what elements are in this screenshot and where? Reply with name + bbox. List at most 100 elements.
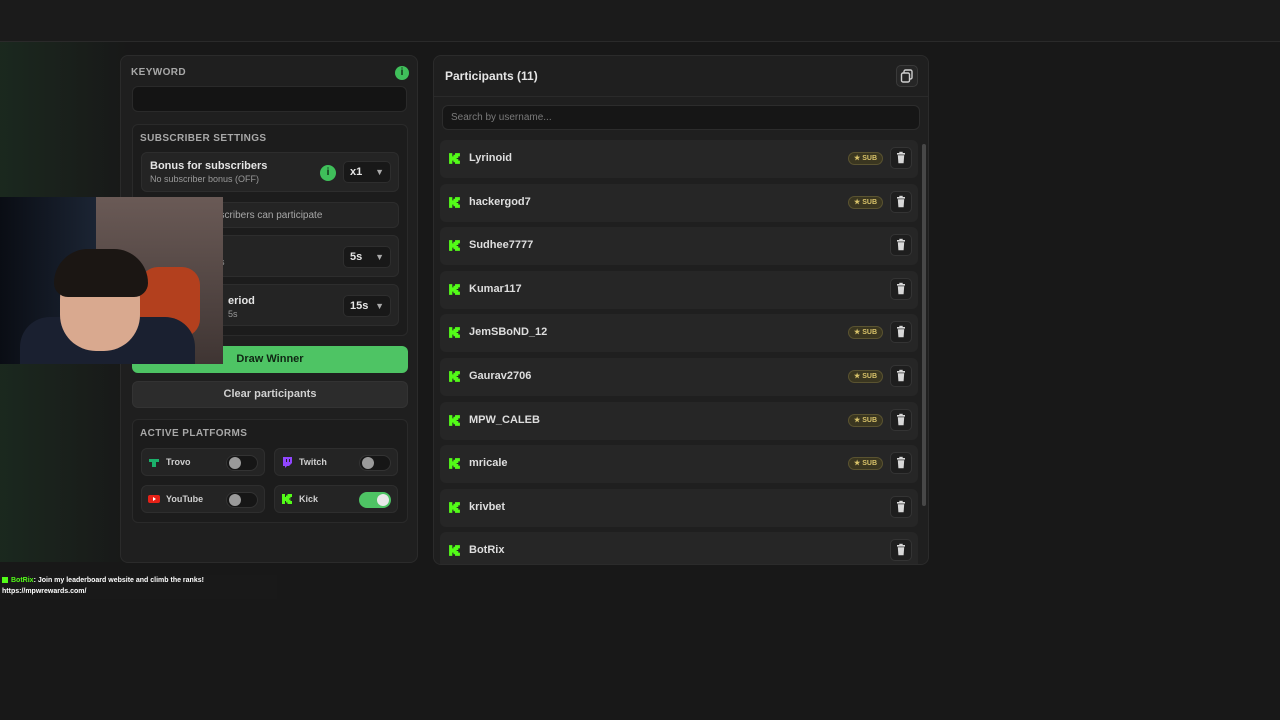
subscriber-settings-title: SUBSCRIBER SETTINGS [140, 133, 267, 144]
delete-participant-button[interactable] [890, 234, 912, 257]
sub-label: SUB [862, 198, 877, 206]
participants-title: Participants (11) [445, 69, 538, 83]
participant-row: Kumar117 [440, 270, 918, 309]
delete-participant-button[interactable] [890, 364, 912, 387]
webcam-person-hair [54, 249, 148, 297]
platform-label: Trovo [166, 457, 191, 467]
participants-panel: Participants (11) Lyrinoid ★ SUB hackerg… [433, 55, 929, 565]
participant-name: Sudhee7777 [469, 239, 534, 252]
chat-text: : Join my leaderboard website and climb … [33, 577, 204, 584]
chevron-down-icon: ▼ [375, 252, 384, 262]
toggle-knob [377, 494, 389, 506]
delay-value: 5s [350, 251, 363, 263]
kick-icon [449, 458, 460, 470]
sub-badge: ★ SUB [847, 369, 883, 383]
sub-badge: ★ SUB [847, 326, 883, 340]
keyword-input[interactable] [132, 86, 407, 112]
trash-icon [897, 238, 905, 251]
toggle-knob [362, 457, 374, 469]
chat-overlay: BotRix: Join my leaderboard website and … [0, 575, 277, 599]
participant-row: JemSBoND_12 ★ SUB [440, 314, 918, 353]
copy-icon [900, 69, 913, 83]
participant-row: Gaurav2706 ★ SUB [440, 357, 918, 396]
active-platforms-section: ACTIVE PLATFORMS Trovo Twitch YouTube Ki… [132, 419, 408, 523]
chat-link: https://mpwrewards.com/ [2, 588, 87, 595]
period-select[interactable]: 15s ▼ [343, 295, 391, 317]
platform-label: Twitch [299, 457, 327, 467]
trash-icon [897, 544, 905, 556]
kick-icon [449, 371, 460, 382]
platform-label: Kick [299, 494, 319, 504]
sub-label: SUB [862, 155, 877, 162]
kick-icon [282, 494, 292, 504]
chevron-down-icon: ▼ [375, 301, 384, 311]
delete-participant-button[interactable] [890, 495, 912, 518]
sub-badge: ★ SUB [847, 195, 883, 209]
bonus-info-icon[interactable]: i [320, 165, 336, 181]
delete-participant-button[interactable] [890, 190, 912, 213]
youtube-toggle[interactable] [226, 492, 258, 508]
search-input[interactable] [442, 105, 920, 130]
trash-icon [897, 195, 905, 207]
participant-row: krivbet [440, 488, 918, 527]
twitch-toggle[interactable] [359, 455, 391, 471]
participant-row: mricale ★ SUB [440, 445, 918, 484]
participant-name: Lyrinoid [469, 152, 512, 164]
delete-participant-button[interactable] [890, 147, 912, 169]
platform-trovo: Trovo [141, 448, 265, 476]
youtube-icon [148, 495, 160, 503]
delete-participant-button[interactable] [890, 452, 912, 475]
kick-icon [449, 153, 460, 164]
participant-row: BotRix [440, 532, 918, 564]
delete-participant-button[interactable] [890, 277, 912, 300]
kick-icon [449, 240, 460, 252]
sub-label: SUB [862, 372, 877, 380]
bonus-subtitle: No subscriber bonus (OFF) [150, 174, 260, 184]
chevron-down-icon: ▼ [375, 167, 384, 177]
participant-name: hackergod7 [469, 195, 531, 208]
sub-badge: ★ SUB [847, 152, 883, 165]
keyword-title: KEYWORD [131, 67, 187, 78]
trash-icon [897, 369, 905, 382]
twitch-icon [283, 457, 292, 468]
copy-button[interactable] [896, 65, 918, 87]
participant-name: Gaurav2706 [469, 369, 532, 382]
bonus-subscribers-row: Bonus for subscribers No subscriber bonu… [141, 152, 399, 192]
chat-message: BotRix: Join my leaderboard website and … [2, 577, 204, 584]
scrollbar[interactable] [922, 144, 926, 506]
active-platforms-title: ACTIVE PLATFORMS [140, 428, 248, 439]
delete-participant-button[interactable] [890, 408, 912, 431]
top-bar [0, 0, 1280, 42]
kick-toggle[interactable] [359, 492, 391, 508]
participant-name: Kumar117 [469, 282, 522, 295]
trash-icon [897, 326, 905, 338]
divider [434, 96, 928, 97]
kick-icon [449, 327, 460, 339]
trash-icon [897, 151, 905, 164]
sub-badge: ★ SUB [847, 457, 883, 471]
period-label: eriod [228, 295, 255, 307]
trovo-toggle[interactable] [226, 455, 258, 471]
toggle-knob [229, 457, 241, 469]
platform-label: YouTube [166, 494, 204, 504]
bonus-multiplier-select[interactable]: x1 ▼ [343, 161, 391, 183]
trash-icon [897, 456, 905, 469]
platform-kick: Kick [274, 485, 398, 513]
kick-badge-icon [2, 577, 8, 584]
trash-icon [897, 500, 905, 513]
delete-participant-button[interactable] [890, 539, 912, 562]
subscribers-only-text: bscribers can participate [214, 210, 323, 221]
bonus-multiplier-value: x1 [350, 166, 363, 178]
participant-row: hackergod7 ★ SUB [440, 183, 918, 222]
kick-icon [449, 545, 460, 557]
participant-name: BotRix [469, 544, 505, 557]
chat-username: BotRix [11, 577, 34, 584]
participant-name: mricale [469, 457, 508, 470]
keyword-info-icon[interactable]: i [395, 66, 409, 80]
participant-name: MPW_CALEB [469, 413, 540, 426]
kick-icon [449, 501, 460, 513]
delay-select[interactable]: 5s ▼ [343, 246, 391, 268]
delete-participant-button[interactable] [890, 321, 912, 344]
clear-participants-button[interactable]: Clear participants [132, 381, 408, 408]
toggle-knob [229, 494, 241, 506]
